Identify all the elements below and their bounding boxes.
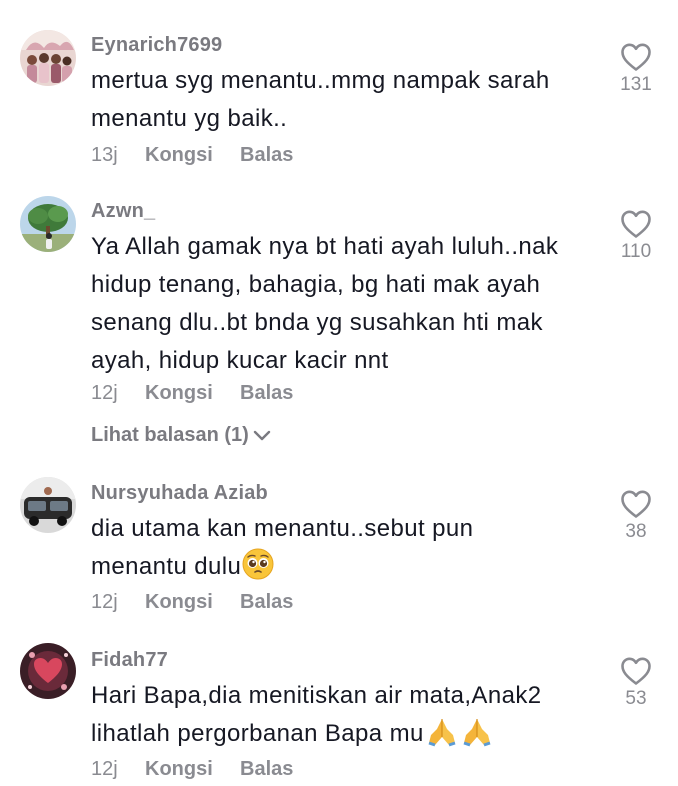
comment-timestamp: 12j — [91, 591, 118, 613]
comment-text-line: ayah, hidup kucar kacir nnt — [91, 347, 389, 374]
reply-button[interactable]: Balas — [240, 144, 293, 167]
comment-text: Ya Allah gamak nya bt hati ayah luluh..n… — [91, 228, 571, 380]
comment-username[interactable]: Eynarich7699 — [91, 34, 222, 57]
folded-hands-emoji — [463, 719, 491, 747]
heart-outline-icon — [621, 490, 651, 518]
comment-text-line: Hari Bapa,dia menitiskan air mata,Anak2 — [91, 682, 542, 709]
like-button[interactable]: 131 — [610, 42, 662, 96]
comment-timestamp: 12j — [91, 382, 118, 404]
comment-text: mertua syg menantu..mmg nampak sarah men… — [91, 62, 571, 138]
comment-text-line: lihatlah pergorbanan Bapa mu — [91, 715, 571, 753]
heart-outline-icon — [621, 657, 651, 685]
reply-button[interactable]: Balas — [240, 758, 293, 781]
share-button[interactable]: Kongsi — [145, 144, 213, 167]
avatar[interactable] — [20, 30, 76, 86]
comment-username[interactable]: Nursyuhada Aziab — [91, 482, 268, 505]
comment-timestamp: 12j — [91, 758, 118, 780]
view-replies-button[interactable]: Lihat balasan (1) — [91, 424, 271, 447]
comment-text: Hari Bapa,dia menitiskan air mata,Anak2 … — [91, 677, 571, 753]
comment-text: dia utama kan menantu..sebut pun menantu… — [91, 510, 571, 586]
avatar[interactable] — [20, 477, 76, 533]
comment-username[interactable]: Azwn_ — [91, 200, 155, 223]
like-count: 53 — [625, 688, 647, 709]
share-button[interactable]: Kongsi — [145, 758, 213, 781]
like-count: 110 — [620, 241, 652, 262]
comment-text-line: Ya Allah gamak nya bt hati ayah luluh..n… — [91, 233, 559, 260]
comment-text-line: menantu dulu — [91, 548, 571, 586]
like-count: 38 — [625, 521, 647, 542]
comment-timestamp: 13j — [91, 144, 118, 166]
like-button[interactable]: 38 — [610, 489, 662, 543]
reply-button[interactable]: Balas — [240, 382, 293, 405]
reply-button[interactable]: Balas — [240, 591, 293, 614]
folded-hands-emoji — [428, 719, 456, 747]
comment-text-line: hidup tenang, bahagia, bg hati mak ayah — [91, 271, 541, 298]
chevron-down-icon — [253, 430, 271, 440]
comment-text-segment: menantu dulu — [91, 553, 242, 580]
pleading-face-emoji — [242, 548, 274, 580]
like-button[interactable]: 110 — [610, 209, 662, 263]
avatar[interactable] — [20, 196, 76, 252]
like-count: 131 — [620, 74, 652, 95]
comment-text-line: senang dlu..bt bnda yg susahkan hti mak — [91, 309, 543, 336]
heart-outline-icon — [621, 43, 651, 71]
comment-text-line: dia utama kan menantu..sebut pun — [91, 515, 474, 542]
avatar[interactable] — [20, 643, 76, 699]
like-button[interactable]: 53 — [610, 656, 662, 710]
heart-outline-icon — [621, 210, 651, 238]
comment-text-line: menantu yg baik.. — [91, 105, 288, 132]
share-button[interactable]: Kongsi — [145, 382, 213, 405]
share-button[interactable]: Kongsi — [145, 591, 213, 614]
comment-text-line: mertua syg menantu..mmg nampak sarah — [91, 67, 550, 94]
comment-text-segment: lihatlah pergorbanan Bapa mu — [91, 720, 424, 747]
comment-username[interactable]: Fidah77 — [91, 649, 168, 672]
view-replies-label: Lihat balasan (1) — [91, 424, 249, 446]
